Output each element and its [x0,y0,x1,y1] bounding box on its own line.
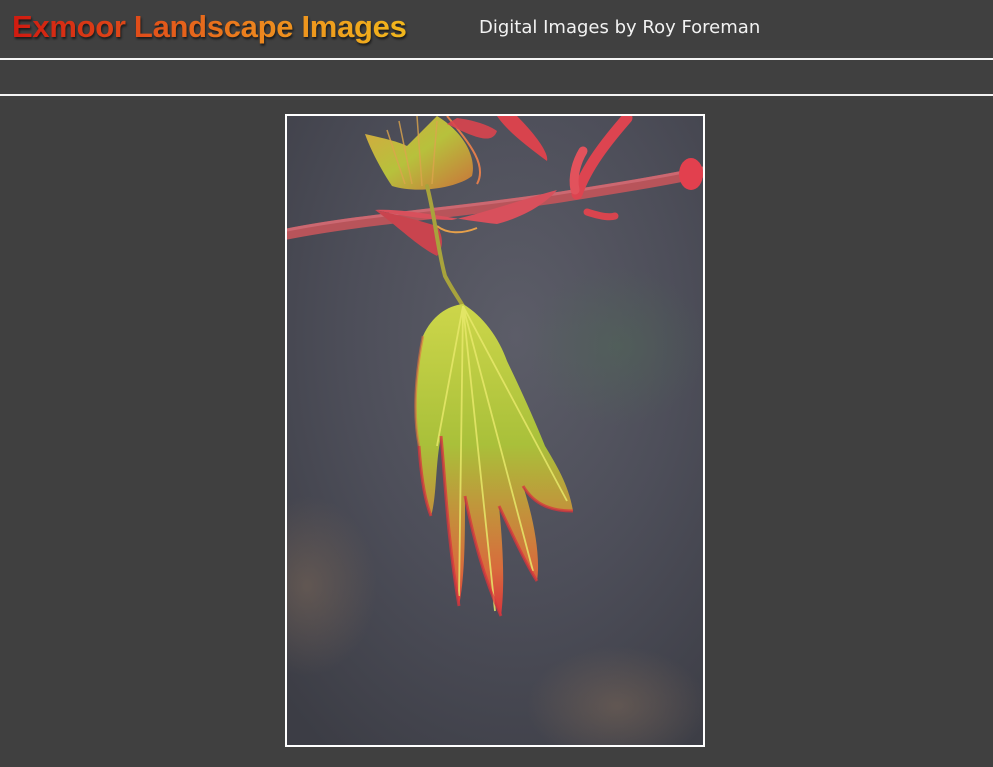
photo-frame[interactable] [285,114,705,747]
page: Exmoor Landscape Images Digital Images b… [0,0,993,767]
site-header: Exmoor Landscape Images Digital Images b… [0,0,993,58]
nav-bar [0,60,993,94]
site-subtitle: Digital Images by Roy Foreman [479,17,761,38]
maple-leaf-photo [287,116,703,745]
header-divider-bottom [0,94,993,96]
site-title[interactable]: Exmoor Landscape Images [12,6,407,48]
